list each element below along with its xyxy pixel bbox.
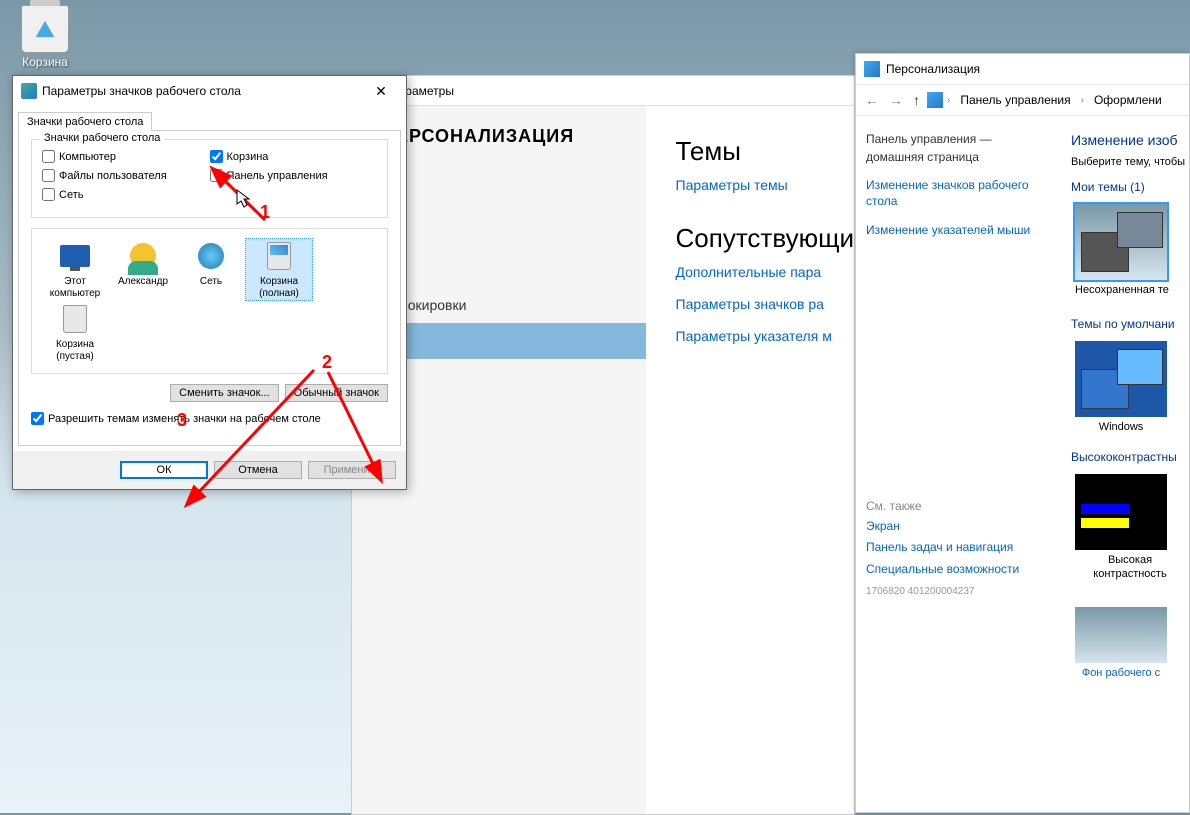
cp-link-taskbar[interactable]: Панель задач и навигация — [866, 540, 1061, 556]
cp-see-also: См. также — [866, 499, 1061, 513]
crumb-sep-icon: › — [947, 95, 950, 106]
crumb-sep-icon: › — [1081, 95, 1084, 106]
img-id-text: 1706820 401200004237 — [866, 586, 1061, 597]
cp-sidebar: Панель управления — домашняя страница Из… — [856, 116, 1071, 812]
nav-lockscreen[interactable]: блокировки — [382, 287, 646, 323]
close-button[interactable]: ✕ — [361, 77, 401, 105]
annotation-1: 1 — [260, 202, 270, 223]
cp-title-text: Персонализация — [886, 62, 980, 76]
theme-high-contrast[interactable]: Высокая контрастность — [1075, 474, 1185, 580]
cp-home-1[interactable]: Панель управления — — [866, 132, 1061, 146]
related-link-3[interactable]: Параметры указателя м — [676, 328, 855, 344]
chk-controlpanel[interactable]: Панель управления — [210, 169, 378, 182]
theme-params-link[interactable]: Параметры темы — [676, 177, 855, 193]
icon-preview-panel: Этоткомпьютер Александр Сеть Корзина(пол… — [31, 228, 388, 374]
preview-user[interactable]: Александр — [110, 239, 176, 300]
crumb-cp[interactable]: Панель управления — [954, 90, 1076, 110]
chk-network[interactable]: Сеть — [42, 188, 210, 201]
groupbox-title: Значки рабочего стола — [40, 132, 164, 144]
cat-default-themes: Темы по умолчани — [1071, 317, 1189, 331]
change-icon-button[interactable]: Сменить значок... — [170, 384, 279, 402]
dialog-titlebar[interactable]: Параметры значков рабочего стола ✕ — [13, 76, 406, 106]
recycle-bin-label: Корзина — [10, 55, 80, 69]
related-heading: Сопутствующи — [676, 223, 855, 254]
recycle-bin-icon — [21, 5, 69, 53]
cp-link-pointers[interactable]: Изменение указателей мыши — [866, 223, 1061, 239]
cp-title-icon — [864, 61, 880, 77]
theme-windows[interactable]: Windows — [1075, 341, 1167, 434]
related-link-2[interactable]: Параметры значков ра — [676, 296, 855, 312]
cp-link-accessibility[interactable]: Специальные возможности — [866, 562, 1061, 578]
apply-button[interactable]: Применить — [308, 461, 396, 479]
cp-home-2[interactable]: домашняя страница — [866, 150, 1061, 164]
dialog-tab[interactable]: Значки рабочего стола — [18, 112, 152, 131]
settings-main: Темы Параметры темы Сопутствующи Дополни… — [646, 106, 855, 814]
crumb-appearance[interactable]: Оформлени — [1088, 90, 1168, 110]
preview-bin-full[interactable]: Корзина(полная) — [246, 239, 312, 300]
annotation-3: 3 — [177, 410, 187, 431]
default-icon-button[interactable]: Обычный значок — [285, 384, 388, 402]
cp-link-icons[interactable]: Изменение значков рабочего стола — [866, 178, 1061, 209]
related-link-1[interactable]: Дополнительные пара — [676, 264, 855, 280]
nav-up-icon[interactable]: ↑ — [910, 92, 923, 108]
desktop-icon-dialog: Параметры значков рабочего стола ✕ Значк… — [12, 75, 407, 490]
cp-breadcrumb-bar: ← → ↑ › Панель управления › Оформлени — [856, 84, 1189, 116]
settings-titlebar[interactable]: ← Параметры — [352, 76, 854, 106]
themes-heading: Темы — [676, 136, 855, 167]
dialog-icon — [21, 83, 37, 99]
cat-my-themes: Мои темы (1) — [1071, 180, 1189, 194]
settings-window: ← Параметры ПЕРСОНАЛИЗАЦИЯ блокировки Те… — [351, 75, 855, 815]
desktop-recycle-bin[interactable]: Корзина — [10, 5, 80, 69]
cp-main-hint: Выберите тему, чтобы — [1071, 156, 1189, 168]
chk-computer[interactable]: Компьютер — [42, 150, 210, 163]
preview-thispc[interactable]: Этоткомпьютер — [42, 239, 108, 300]
cp-main-heading: Изменение изоб — [1071, 132, 1189, 148]
ok-button[interactable]: ОК — [120, 461, 208, 479]
cat-high-contrast: Высококонтрастны — [1071, 450, 1189, 464]
theme-unsaved[interactable]: Несохраненная те — [1075, 204, 1169, 297]
dialog-title-text: Параметры значков рабочего стола — [42, 84, 241, 98]
cancel-button[interactable]: Отмена — [214, 461, 302, 479]
chk-recycle[interactable]: Корзина — [210, 150, 378, 163]
control-panel-window: Персонализация ← → ↑ › Панель управления… — [855, 53, 1190, 813]
nav-fwd-icon[interactable]: → — [886, 92, 906, 108]
cp-titlebar[interactable]: Персонализация — [856, 54, 1189, 84]
cp-link-screen[interactable]: Экран — [866, 519, 1061, 535]
nav-back-icon[interactable]: ← — [862, 92, 882, 108]
cp-crumb-icon — [927, 92, 943, 108]
annotation-2: 2 — [322, 352, 332, 373]
icon-checkboxes-group: Значки рабочего стола Компьютер Корзина … — [31, 139, 388, 218]
chk-userfiles[interactable]: Файлы пользователя — [42, 169, 210, 182]
cp-main: Изменение изоб Выберите тему, чтобы Мои … — [1071, 116, 1189, 812]
preview-bin-empty[interactable]: Корзина(пустая) — [42, 302, 108, 363]
settings-header: ПЕРСОНАЛИЗАЦИЯ — [382, 126, 646, 147]
dialog-button-bar: ОК Отмена Применить — [13, 451, 406, 489]
desktop-background-item[interactable]: Фон рабочего с — [1075, 607, 1167, 680]
preview-network[interactable]: Сеть — [178, 239, 244, 300]
chk-allow-themes[interactable]: Разрешить темам изменять значки на рабоч… — [31, 412, 388, 425]
